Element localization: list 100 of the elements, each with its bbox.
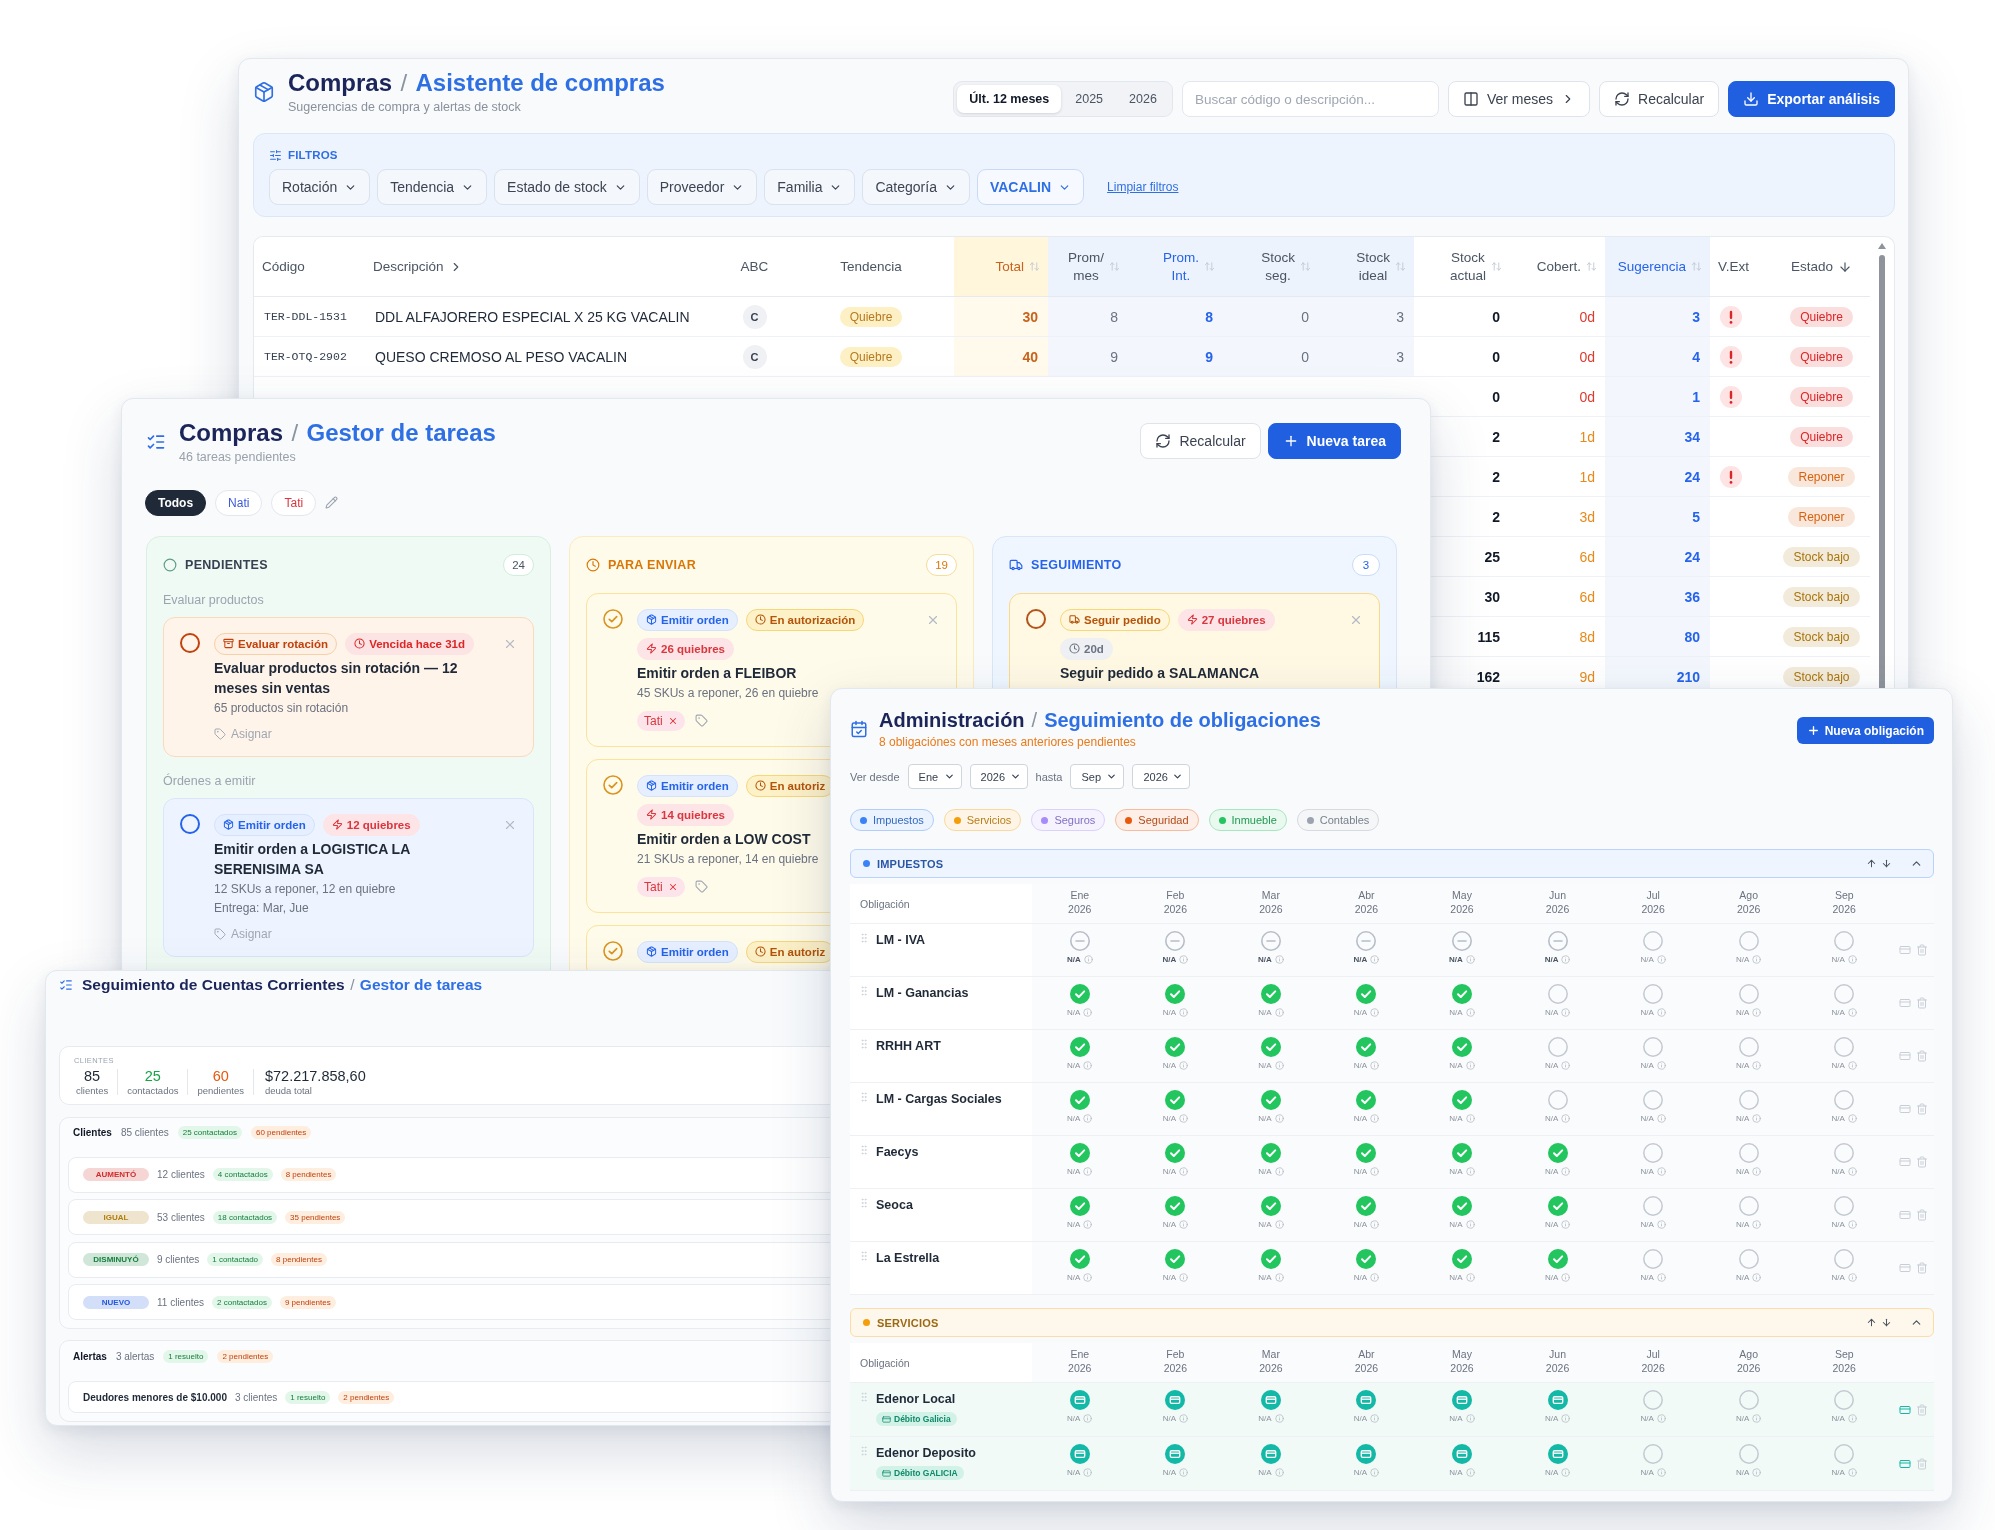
- info-icon[interactable]: [1752, 1220, 1762, 1229]
- empty-circle-icon[interactable]: [1738, 1249, 1759, 1269]
- check-circle-icon[interactable]: [1165, 1143, 1186, 1163]
- check-circle-icon[interactable]: [603, 608, 623, 629]
- trash-icon[interactable]: [1915, 1403, 1928, 1416]
- info-icon[interactable]: [1465, 1061, 1475, 1070]
- info-icon[interactable]: [1847, 1061, 1857, 1070]
- info-icon[interactable]: [1083, 1167, 1093, 1176]
- empty-circle-icon[interactable]: [1738, 1090, 1759, 1110]
- check-circle-icon[interactable]: [1452, 1090, 1472, 1110]
- info-icon[interactable]: [1752, 1414, 1762, 1423]
- info-icon[interactable]: [1561, 1061, 1571, 1070]
- period-tab[interactable]: Últ. 12 meses: [957, 85, 1062, 113]
- column-header[interactable]: Prom. Int.: [1128, 237, 1223, 297]
- check-circle-icon[interactable]: [1069, 1143, 1090, 1163]
- trash-icon[interactable]: [1915, 1457, 1928, 1470]
- filter-dropdown[interactable]: VACALIN: [976, 169, 1085, 205]
- filter-dropdown[interactable]: Tendencia: [377, 169, 488, 205]
- add-button[interactable]: Nueva tarea: [1267, 423, 1401, 459]
- person-filter-chip[interactable]: Nati: [215, 489, 263, 516]
- check-circle-icon[interactable]: [1356, 1196, 1377, 1216]
- trash-icon[interactable]: [1915, 1103, 1928, 1115]
- empty-circle-icon[interactable]: [1834, 1196, 1855, 1216]
- check-circle-icon[interactable]: [1356, 1249, 1377, 1269]
- card-icon[interactable]: [1898, 997, 1911, 1009]
- empty-circle-icon[interactable]: [1643, 1143, 1664, 1163]
- category-chip[interactable]: Contables: [1296, 809, 1380, 831]
- arrow-down-icon[interactable]: [1881, 858, 1892, 869]
- card-icon[interactable]: [1898, 1156, 1911, 1168]
- info-icon[interactable]: [1370, 1008, 1380, 1017]
- check-circle-icon[interactable]: [1260, 984, 1281, 1004]
- info-icon[interactable]: [1370, 1061, 1380, 1070]
- info-icon[interactable]: [1465, 1167, 1475, 1176]
- info-icon[interactable]: [1179, 1008, 1188, 1017]
- info-icon[interactable]: [1656, 1220, 1666, 1229]
- empty-circle-icon[interactable]: [1738, 984, 1759, 1004]
- info-icon[interactable]: [1561, 1414, 1571, 1423]
- circle-icon[interactable]: [180, 813, 200, 834]
- add-button[interactable]: Nueva obligación: [1796, 717, 1934, 744]
- info-icon[interactable]: [1370, 955, 1380, 964]
- check-circle-icon[interactable]: [1069, 1196, 1090, 1216]
- card-icon[interactable]: [1898, 1403, 1911, 1416]
- card-circle-icon[interactable]: [1356, 1444, 1377, 1464]
- arrow-up-icon[interactable]: [1866, 1317, 1877, 1328]
- check-circle-icon[interactable]: [1260, 1249, 1281, 1269]
- empty-circle-icon[interactable]: [1834, 1390, 1855, 1410]
- period-tab[interactable]: 2025: [1063, 85, 1116, 113]
- info-icon[interactable]: [1274, 1114, 1284, 1123]
- drag-handle-icon[interactable]: [858, 1391, 870, 1403]
- card-circle-icon[interactable]: [1547, 1444, 1568, 1464]
- minus-circle-icon[interactable]: [1069, 931, 1090, 951]
- check-circle-icon[interactable]: [1069, 1037, 1090, 1057]
- info-icon[interactable]: [1274, 1167, 1284, 1176]
- info-icon[interactable]: [1752, 1061, 1762, 1070]
- info-icon[interactable]: [1179, 1273, 1188, 1282]
- card-icon[interactable]: [1898, 944, 1911, 956]
- empty-circle-icon[interactable]: [1643, 1196, 1664, 1216]
- info-icon[interactable]: [1179, 1114, 1188, 1123]
- info-icon[interactable]: [1656, 955, 1666, 964]
- check-circle-icon[interactable]: [1165, 1249, 1186, 1269]
- tag-icon[interactable]: [694, 880, 708, 893]
- info-icon[interactable]: [1561, 1468, 1571, 1477]
- info-icon[interactable]: [1465, 1220, 1475, 1229]
- info-icon[interactable]: [1656, 1167, 1666, 1176]
- check-circle-icon[interactable]: [1452, 984, 1472, 1004]
- assignee-chip[interactable]: Tati: [637, 710, 685, 731]
- card-circle-icon[interactable]: [1452, 1444, 1472, 1464]
- filter-dropdown[interactable]: Categoría: [862, 169, 970, 205]
- drag-handle-icon[interactable]: [858, 1038, 870, 1050]
- check-circle-icon[interactable]: [1260, 1143, 1281, 1163]
- info-icon[interactable]: [1179, 1167, 1188, 1176]
- info-icon[interactable]: [1083, 1468, 1093, 1477]
- drag-handle-icon[interactable]: [858, 932, 870, 944]
- empty-circle-icon[interactable]: [1834, 1143, 1855, 1163]
- card-icon[interactable]: [1898, 1262, 1911, 1274]
- check-circle-icon[interactable]: [1547, 1143, 1568, 1163]
- drag-handle-icon[interactable]: [858, 1445, 870, 1457]
- drag-handle-icon[interactable]: [858, 985, 870, 997]
- info-icon[interactable]: [1274, 1273, 1284, 1282]
- category-chip[interactable]: Seguros: [1031, 809, 1106, 831]
- drag-handle-icon[interactable]: [858, 1250, 870, 1262]
- empty-circle-icon[interactable]: [1738, 931, 1759, 951]
- column-header[interactable]: Código: [254, 237, 365, 297]
- check-circle-icon[interactable]: [1165, 1196, 1186, 1216]
- drag-handle-icon[interactable]: [858, 1091, 870, 1103]
- empty-circle-icon[interactable]: [1547, 984, 1568, 1004]
- filter-dropdown[interactable]: Proveedor: [646, 169, 758, 205]
- info-icon[interactable]: [1465, 1008, 1475, 1017]
- check-circle-icon[interactable]: [1356, 1090, 1377, 1110]
- trash-icon[interactable]: [1915, 997, 1928, 1009]
- info-icon[interactable]: [1083, 1273, 1093, 1282]
- info-icon[interactable]: [1274, 1061, 1284, 1070]
- empty-circle-icon[interactable]: [1738, 1037, 1759, 1057]
- check-circle-icon[interactable]: [1165, 984, 1186, 1004]
- empty-circle-icon[interactable]: [1643, 1037, 1664, 1057]
- assignee-chip[interactable]: Tati: [637, 876, 685, 897]
- check-circle-icon[interactable]: [603, 774, 623, 795]
- empty-circle-icon[interactable]: [1643, 1390, 1664, 1410]
- check-circle-icon[interactable]: [1547, 1249, 1568, 1269]
- info-icon[interactable]: [1752, 1468, 1762, 1477]
